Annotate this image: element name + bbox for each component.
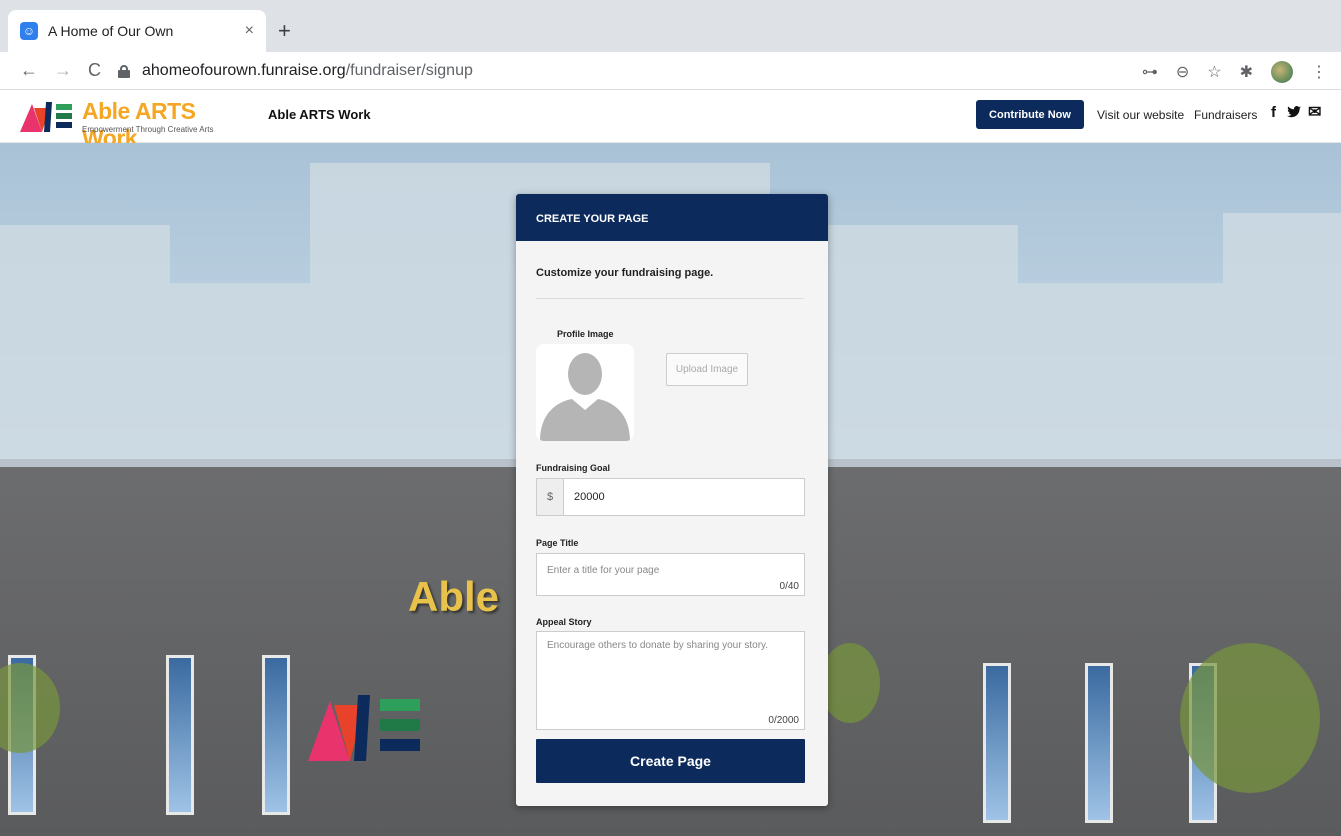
create-page-card: CREATE YOUR PAGE Customize your fundrais… xyxy=(516,194,828,806)
building-window xyxy=(983,663,1011,823)
url-path: /fundraiser/signup xyxy=(345,62,473,79)
reload-icon[interactable]: C xyxy=(88,60,101,80)
building-wall xyxy=(1223,213,1341,463)
twitter-icon[interactable] xyxy=(1287,106,1301,118)
building-window xyxy=(262,655,290,815)
address-bar[interactable]: ahomeofourown.funraise.org/fundraiser/si… xyxy=(118,55,1148,87)
visit-website-link[interactable]: Visit our website xyxy=(1097,108,1184,122)
appeal-story-placeholder: Encourage others to donate by sharing yo… xyxy=(547,640,769,651)
browser-toolbar: ← → C ahomeofourown.funraise.org/fundrai… xyxy=(0,52,1341,90)
site-favicon-icon: ☺ xyxy=(20,22,38,40)
title-char-counter: 0/40 xyxy=(779,581,799,592)
extensions-icon[interactable]: ✱ xyxy=(1240,62,1253,82)
create-page-button[interactable]: Create Page xyxy=(536,739,805,783)
building-wall xyxy=(0,225,170,465)
fundraising-goal-input[interactable]: $ 20000 xyxy=(536,478,805,516)
fundraising-goal-label: Fundraising Goal xyxy=(536,463,611,473)
site-header: Able ARTS Work Empowerment Through Creat… xyxy=(0,90,1341,151)
browser-tab[interactable]: ☺ A Home of Our Own × xyxy=(8,10,266,52)
upload-image-button[interactable]: Upload Image xyxy=(666,353,748,386)
page-title-input[interactable]: Enter a title for your page 0/40 xyxy=(536,553,805,596)
building-sign: Able xyxy=(408,573,500,620)
site-logo[interactable]: Able ARTS Work Empowerment Through Creat… xyxy=(20,98,250,151)
currency-prefix: $ xyxy=(537,479,564,515)
card-header: CREATE YOUR PAGE xyxy=(516,194,828,241)
lock-icon[interactable] xyxy=(118,65,130,78)
logo-mark-icon xyxy=(20,102,72,132)
site-name[interactable]: Able ARTS Work xyxy=(268,107,371,122)
contribute-now-button[interactable]: Contribute Now xyxy=(976,100,1084,129)
building-wall xyxy=(828,225,1018,465)
tab-title: A Home of Our Own xyxy=(48,23,174,39)
tab-close-icon[interactable]: × xyxy=(245,22,254,40)
profile-avatar[interactable] xyxy=(1271,61,1293,83)
goal-value[interactable]: 20000 xyxy=(564,479,804,515)
profile-image-placeholder[interactable] xyxy=(536,344,634,441)
fundraisers-link[interactable]: Fundraisers xyxy=(1194,108,1257,122)
building-logo-mark xyxy=(308,695,420,761)
page-title-label: Page Title xyxy=(536,538,579,548)
key-icon[interactable]: ⊶ xyxy=(1142,62,1158,82)
tree xyxy=(820,643,880,723)
story-char-counter: 0/2000 xyxy=(768,715,799,726)
logo-tagline: Empowerment Through Creative Arts xyxy=(82,125,214,134)
new-tab-button[interactable]: + xyxy=(278,20,291,42)
browser-tabstrip: ☺ A Home of Our Own × + xyxy=(0,0,1341,52)
building-wall xyxy=(1018,283,1223,463)
url-host: ahomeofourown.funraise.org xyxy=(142,62,346,79)
forward-icon[interactable]: → xyxy=(54,60,72,80)
menu-icon[interactable]: ⋮ xyxy=(1311,62,1327,82)
toolbar-icons: ⊶ ⊖ ☆ ✱ ⋮ xyxy=(1142,61,1327,83)
page-title-placeholder: Enter a title for your page xyxy=(547,565,660,576)
bookmark-star-icon[interactable]: ☆ xyxy=(1207,62,1221,82)
appeal-story-textarea[interactable]: Encourage others to donate by sharing yo… xyxy=(536,631,805,730)
facebook-icon[interactable]: f xyxy=(1271,104,1276,121)
tree xyxy=(1180,643,1320,793)
building-window xyxy=(1085,663,1113,823)
back-icon[interactable]: ← xyxy=(20,60,38,80)
card-subtitle: Customize your fundraising page. xyxy=(536,267,714,279)
building-wall xyxy=(170,283,310,463)
divider xyxy=(536,298,804,299)
zoom-icon[interactable]: ⊖ xyxy=(1176,62,1189,82)
appeal-story-label: Appeal Story xyxy=(536,617,592,627)
profile-image-label: Profile Image xyxy=(557,329,614,339)
building-window xyxy=(166,655,194,815)
person-silhouette-icon xyxy=(536,344,634,441)
email-icon[interactable]: ✉ xyxy=(1308,102,1321,122)
